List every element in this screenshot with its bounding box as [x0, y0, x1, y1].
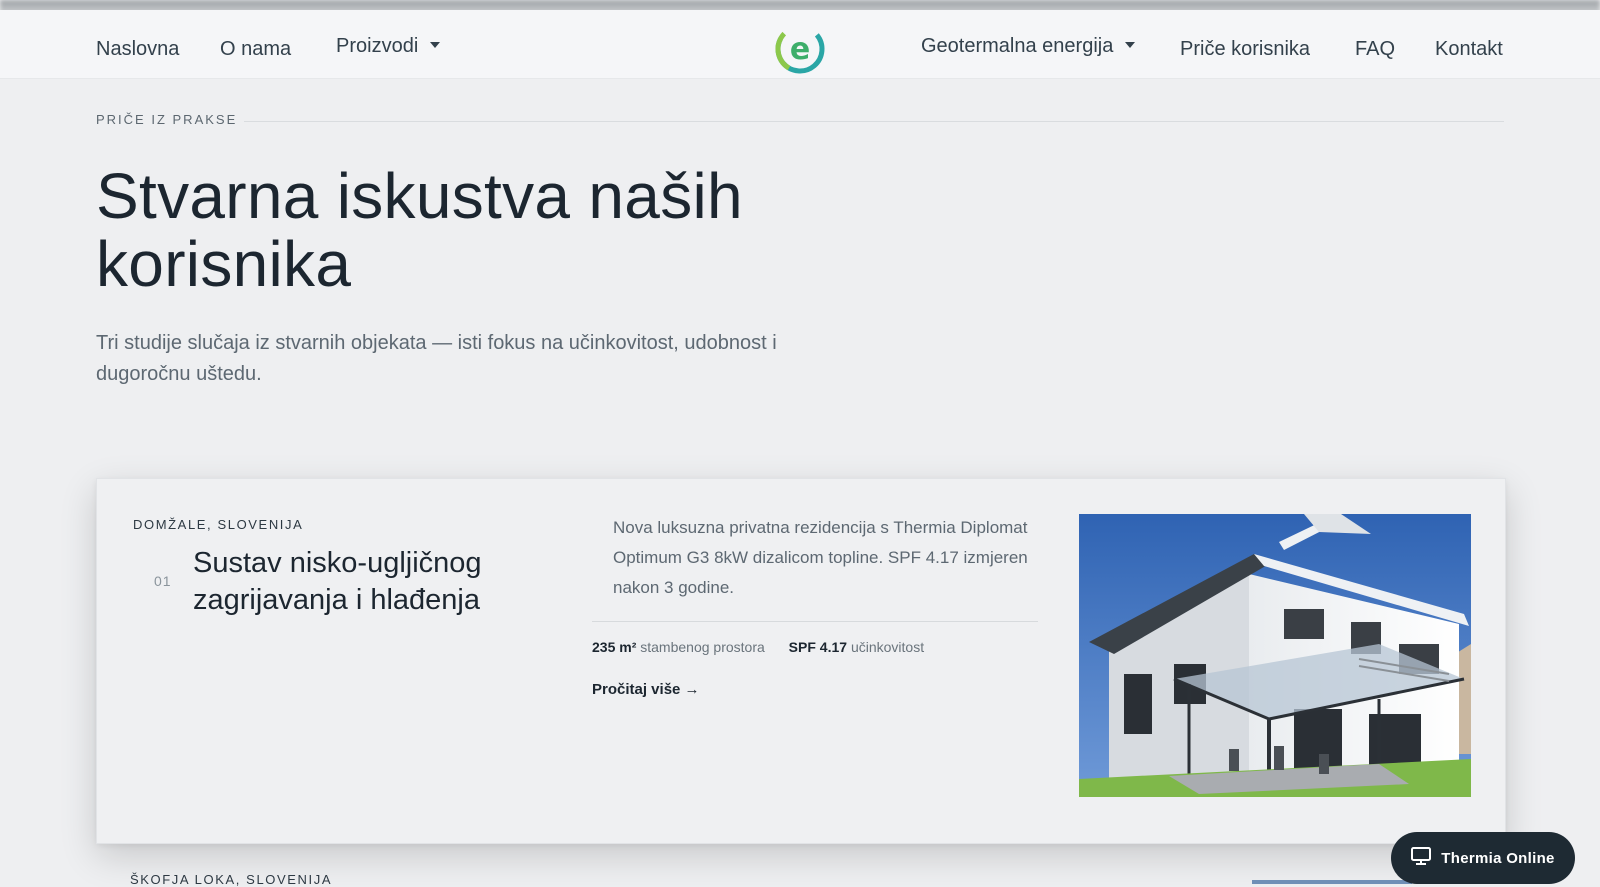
- nav-proizvodi[interactable]: Proizvodi: [336, 35, 441, 58]
- read-more-link[interactable]: Pročitaj više →: [592, 681, 700, 698]
- nav-proizvodi-label: Proizvodi: [336, 35, 419, 57]
- stat-area-label: stambenog prostora: [640, 639, 765, 655]
- e-logo-icon[interactable]: e: [773, 22, 827, 76]
- monitor-icon: [1411, 847, 1432, 869]
- chevron-down-icon: [430, 41, 441, 48]
- nav-price-korisnika[interactable]: Priče korisnika: [1180, 38, 1310, 61]
- nav-o-nama[interactable]: O nama: [220, 38, 291, 61]
- nav-kontakt[interactable]: Kontakt: [1435, 38, 1503, 61]
- svg-text:e: e: [790, 32, 810, 67]
- thermia-online-button[interactable]: Thermia Online: [1391, 832, 1575, 884]
- stat-area: 235 m² stambenog prostora: [592, 639, 765, 655]
- case-study-card: DOMŽALE, SLOVENIJA 01 Sustav nisko-uglji…: [96, 478, 1506, 844]
- stat-spf: SPF 4.17 učinkovitost: [789, 639, 924, 655]
- stat-area-value: 235 m²: [592, 639, 637, 655]
- case-divider: [592, 621, 1038, 622]
- case-stats: 235 m² stambenog prostora SPF 4.17 učink…: [592, 639, 924, 655]
- chevron-down-icon: [1125, 41, 1136, 48]
- site-header: Naslovna O nama Proizvodi e Geotermalna …: [0, 10, 1600, 78]
- case-location: DOMŽALE, SLOVENIJA: [133, 517, 304, 532]
- nav-geotermalna-label: Geotermalna energija: [921, 35, 1114, 57]
- stat-spf-value: SPF 4.17: [788, 639, 848, 655]
- eyebrow-divider: [244, 121, 1504, 122]
- nav-naslovna[interactable]: Naslovna: [96, 38, 179, 61]
- page-lead: Tri studije slučaja iz stvarnih objekata…: [96, 332, 777, 385]
- nav-geotermalna-energija[interactable]: Geotermalna energija: [921, 35, 1136, 58]
- case-description: Nova luksuzna privatna rezidencija s The…: [613, 518, 1028, 597]
- house-photo: [1079, 514, 1471, 797]
- stat-spf-label: učinkovitost: [850, 639, 925, 655]
- thermia-online-label: Thermia Online: [1441, 849, 1555, 867]
- page-title: Stvarna iskustva naših korisnika: [96, 160, 743, 300]
- next-case-location: ŠKOFJA LOKA, SLOVENIJA: [130, 872, 333, 887]
- next-case-image-edge: [1252, 880, 1412, 884]
- section-eyebrow: PRIČE IZ PRAKSE: [96, 112, 238, 127]
- nav-faq[interactable]: FAQ: [1355, 38, 1395, 61]
- case-number: 01: [154, 573, 172, 589]
- case-title: Sustav nisko-ugljičnog zagrijavanja i hl…: [193, 547, 482, 616]
